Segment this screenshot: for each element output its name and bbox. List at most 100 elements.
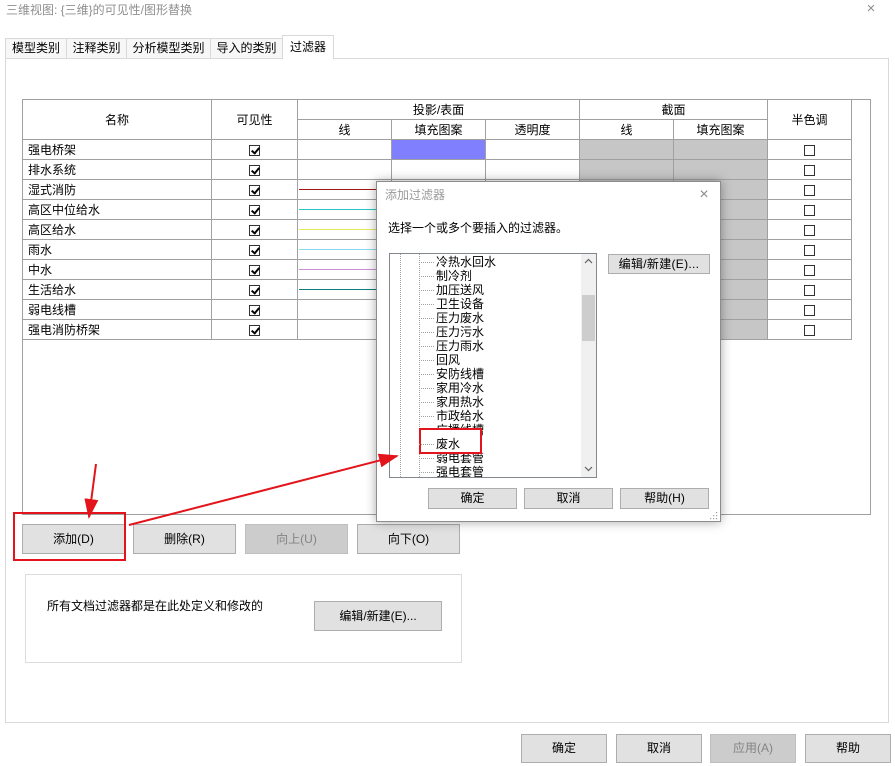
cut-line-cell[interactable] xyxy=(579,139,675,160)
halftone-checkbox[interactable] xyxy=(804,284,816,296)
table-row[interactable]: 排水系统 xyxy=(22,159,853,180)
visibility-checkbox[interactable] xyxy=(249,264,260,276)
column-group-cut: 截面 xyxy=(579,99,769,120)
halftone-checkbox[interactable] xyxy=(804,184,816,196)
projection-fill-cell[interactable] xyxy=(391,139,486,160)
filter-name-cell[interactable]: 弱电线槽 xyxy=(22,299,212,320)
filter-name-cell[interactable]: 生活给水 xyxy=(22,279,212,300)
filter-list-item[interactable]: 家用热水 xyxy=(436,395,484,409)
filter-list-item[interactable]: 强电套管 xyxy=(436,465,484,477)
projection-transparency-cell[interactable] xyxy=(484,139,581,160)
column-header-projection-transparency[interactable]: 透明度 xyxy=(484,119,581,140)
column-header-cut-fill[interactable]: 填充图案 xyxy=(673,119,769,140)
scroll-up-icon[interactable] xyxy=(581,254,596,270)
tab-model-categories[interactable]: 模型类别 xyxy=(5,38,67,58)
halftone-checkbox[interactable] xyxy=(804,264,816,276)
table-row[interactable]: 强电桥架 xyxy=(22,139,853,160)
halftone-checkbox[interactable] xyxy=(804,324,816,336)
projection-line-cell[interactable] xyxy=(297,139,392,160)
halftone-checkbox[interactable] xyxy=(804,164,816,176)
cut-line-cell[interactable] xyxy=(579,159,675,180)
visibility-checkbox[interactable] xyxy=(249,184,260,196)
filter-list-item[interactable]: 废水 xyxy=(436,437,460,451)
visibility-checkbox[interactable] xyxy=(249,324,260,336)
column-header-projection-fill[interactable]: 填充图案 xyxy=(391,119,486,140)
cancel-button[interactable]: 取消 xyxy=(616,734,702,763)
filter-name-cell[interactable]: 高区给水 xyxy=(22,219,212,240)
ok-button[interactable]: 确定 xyxy=(521,734,607,763)
filter-name-cell[interactable]: 强电桥架 xyxy=(22,139,212,160)
dialog-close-icon[interactable]: × xyxy=(696,186,712,204)
projection-fill-cell[interactable] xyxy=(391,159,486,180)
move-up-button[interactable]: 向上(U) xyxy=(245,524,348,554)
dialog-help-button[interactable]: 帮助(H) xyxy=(620,488,709,509)
halftone-cell xyxy=(767,139,853,160)
delete-button[interactable]: 删除(R) xyxy=(133,524,236,554)
visibility-checkbox[interactable] xyxy=(249,224,260,236)
help-button[interactable]: 帮助 xyxy=(805,734,891,763)
cut-fill-cell[interactable] xyxy=(673,159,769,180)
filter-list-item[interactable]: 家用冷水 xyxy=(436,381,484,395)
filter-list-item[interactable]: 压力污水 xyxy=(436,325,484,339)
projection-line-cell[interactable] xyxy=(297,159,392,180)
tree-connector xyxy=(419,290,434,291)
apply-button[interactable]: 应用(A) xyxy=(710,734,796,763)
filter-list-item[interactable]: 加压送风 xyxy=(436,283,484,297)
filter-name-cell[interactable]: 中水 xyxy=(22,259,212,280)
visibility-checkbox[interactable] xyxy=(249,244,260,256)
add-button[interactable]: 添加(D) xyxy=(22,524,125,554)
column-header-cut-line[interactable]: 线 xyxy=(579,119,675,140)
filter-list-item[interactable]: 安防线槽 xyxy=(436,367,484,381)
column-header-visibility[interactable]: 可见性 xyxy=(211,99,298,140)
visibility-cell xyxy=(211,179,298,200)
column-header-halftone[interactable]: 半色调 xyxy=(767,99,853,140)
filter-list-item[interactable]: 市政给水 xyxy=(436,409,484,423)
visibility-cell xyxy=(211,239,298,260)
edit-new-filter-button[interactable]: 编辑/新建(E)... xyxy=(314,601,442,631)
dialog-title: 添加过滤器 xyxy=(385,188,446,202)
tree-connector xyxy=(419,472,434,473)
visibility-cell xyxy=(211,279,298,300)
tab-filters[interactable]: 过滤器 xyxy=(282,35,334,59)
filter-list[interactable]: 冷热水回水 制冷剂 加压送风 卫生设备 压力废水 压力污水 压力雨水 回风 安防线槽 家用冷水 家用… xyxy=(389,253,597,478)
filter-list-item[interactable]: 压力废水 xyxy=(436,311,484,325)
filter-list-item[interactable]: 冷热水回水 xyxy=(436,255,496,269)
filter-name-cell[interactable]: 湿式消防 xyxy=(22,179,212,200)
visibility-checkbox[interactable] xyxy=(249,164,260,176)
scroll-down-icon[interactable] xyxy=(581,461,596,477)
halftone-checkbox[interactable] xyxy=(804,224,816,236)
filter-list-item[interactable]: 压力雨水 xyxy=(436,339,484,353)
cut-fill-cell[interactable] xyxy=(673,139,769,160)
halftone-checkbox[interactable] xyxy=(804,244,816,256)
window-title: 三维视图: {三维}的可见性/图形替换 xyxy=(6,3,193,17)
filter-name-cell[interactable]: 雨水 xyxy=(22,239,212,260)
filter-list-item[interactable]: 卫生设备 xyxy=(436,297,484,311)
filter-name-cell[interactable]: 排水系统 xyxy=(22,159,212,180)
tab-imported-categories[interactable]: 导入的类别 xyxy=(210,38,283,58)
visibility-checkbox[interactable] xyxy=(249,304,260,316)
resize-grip-icon[interactable] xyxy=(708,509,718,520)
visibility-checkbox[interactable] xyxy=(249,284,260,296)
tab-annotation-categories[interactable]: 注释类别 xyxy=(66,38,127,58)
filter-list-item[interactable]: 制冷剂 xyxy=(436,269,472,283)
dialog-ok-button[interactable]: 确定 xyxy=(428,488,517,509)
filter-name-cell[interactable]: 强电消防桥架 xyxy=(22,319,212,340)
scroll-thumb[interactable] xyxy=(582,295,595,341)
dialog-edit-new-button[interactable]: 编辑/新建(E)... xyxy=(608,254,710,274)
tree-connector xyxy=(419,416,434,417)
close-icon[interactable]: × xyxy=(863,1,879,17)
visibility-checkbox[interactable] xyxy=(249,144,260,156)
list-scrollbar[interactable] xyxy=(581,254,596,477)
dialog-cancel-button[interactable]: 取消 xyxy=(524,488,613,509)
filter-list-item[interactable]: 回风 xyxy=(436,353,460,367)
tab-analytical-model-categories[interactable]: 分析模型类别 xyxy=(126,38,211,58)
visibility-checkbox[interactable] xyxy=(249,204,260,216)
halftone-checkbox[interactable] xyxy=(804,304,816,316)
halftone-checkbox[interactable] xyxy=(804,204,816,216)
halftone-checkbox[interactable] xyxy=(804,144,816,156)
column-header-projection-line[interactable]: 线 xyxy=(297,119,392,140)
filter-name-cell[interactable]: 高区中位给水 xyxy=(22,199,212,220)
move-down-button[interactable]: 向下(O) xyxy=(357,524,460,554)
projection-transparency-cell[interactable] xyxy=(484,159,581,180)
column-header-name[interactable]: 名称 xyxy=(22,99,212,140)
